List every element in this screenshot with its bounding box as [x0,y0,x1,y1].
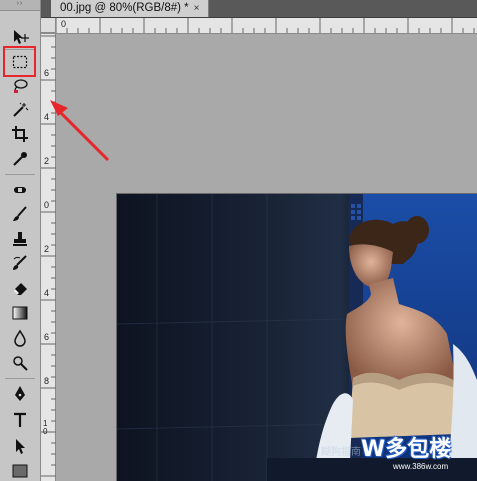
type-icon [14,412,26,427]
eyedropper-icon [13,152,27,166]
magic-wand-icon [13,102,29,117]
document-tab-bar: 00.jpg @ 80%(RGB/8#) * × [41,0,477,18]
panel-grip[interactable]: ›› [0,0,40,11]
ruler-left-label: 2 [44,156,50,166]
dodge-tool[interactable] [7,353,33,373]
canvas-area[interactable]: 糊狗指南 W多包楼 www.386w.com [57,34,477,481]
eraser-icon [13,283,27,295]
horizontal-ruler: 0 2 [41,18,477,34]
clone-stamp-tool[interactable] [7,229,33,249]
document-tab[interactable]: 00.jpg @ 80%(RGB/8#) * × [51,0,209,17]
drop-icon [14,329,26,347]
eyedropper-tool[interactable] [7,149,33,169]
watermark-brand: W多包楼 [361,437,452,462]
close-tab-icon[interactable]: × [194,3,200,14]
crop-icon [12,126,28,142]
lasso-tool[interactable] [7,76,33,96]
move-tool[interactable] [7,27,33,47]
type-tool[interactable] [7,410,33,430]
marquee-icon [12,55,28,69]
quick-selection-tool[interactable] [7,100,33,120]
ruler-left-label: 4 [44,288,50,298]
ruler-left-label: 1 0 [43,419,48,436]
path-selection-tool[interactable] [7,436,33,456]
rectangle-icon [12,464,28,478]
eraser-tool[interactable] [7,278,33,298]
history-brush-tool[interactable] [7,253,33,273]
stamp-icon [13,232,27,246]
rectangular-marquee-tool[interactable] [7,52,33,72]
rectangle-tool[interactable] [7,461,33,481]
watermark: 糊狗指南 W多包楼 www.386w.com [321,431,471,477]
ruler-left-label: 6 [44,68,50,78]
ruler-origin[interactable] [41,18,56,33]
brush-tool[interactable] [7,204,33,224]
tools-panel: ›› [0,0,41,481]
ruler-left-label: 6 [44,332,50,342]
brush-icon [13,206,27,221]
pen-tool[interactable] [7,384,33,404]
move-icon [14,30,29,44]
pen-icon [15,386,25,401]
watermark-url: www.386w.com [393,462,449,471]
document-tab-title: 00.jpg @ 80%(RGB/8#) * [60,2,189,14]
vertical-ruler: 6 4 2 0 2 4 6 8 1 0 [41,34,56,481]
arrow-pointer-icon [16,439,25,454]
ruler-left-label: 4 [44,112,50,122]
crop-tool[interactable] [7,124,33,144]
blur-tool[interactable] [7,328,33,348]
ruler-left-label: 0 [44,200,50,210]
history-brush-icon [13,255,27,270]
toolbar-divider [5,378,35,379]
ruler-left-label: 8 [44,376,50,386]
lasso-icon [14,79,28,93]
toolbar-divider [5,174,35,175]
ruler-top-label-0: 0 [61,19,67,29]
spot-healing-tool[interactable] [7,180,33,200]
watermark-caption: 糊狗指南 [321,447,361,458]
bandage-icon [14,187,26,193]
gradient-tool[interactable] [7,303,33,323]
document-image[interactable]: 糊狗指南 W多包楼 www.386w.com [117,194,477,481]
dodge-icon [13,356,28,371]
ruler-left-label: 2 [44,244,50,254]
gradient-icon [12,306,28,320]
